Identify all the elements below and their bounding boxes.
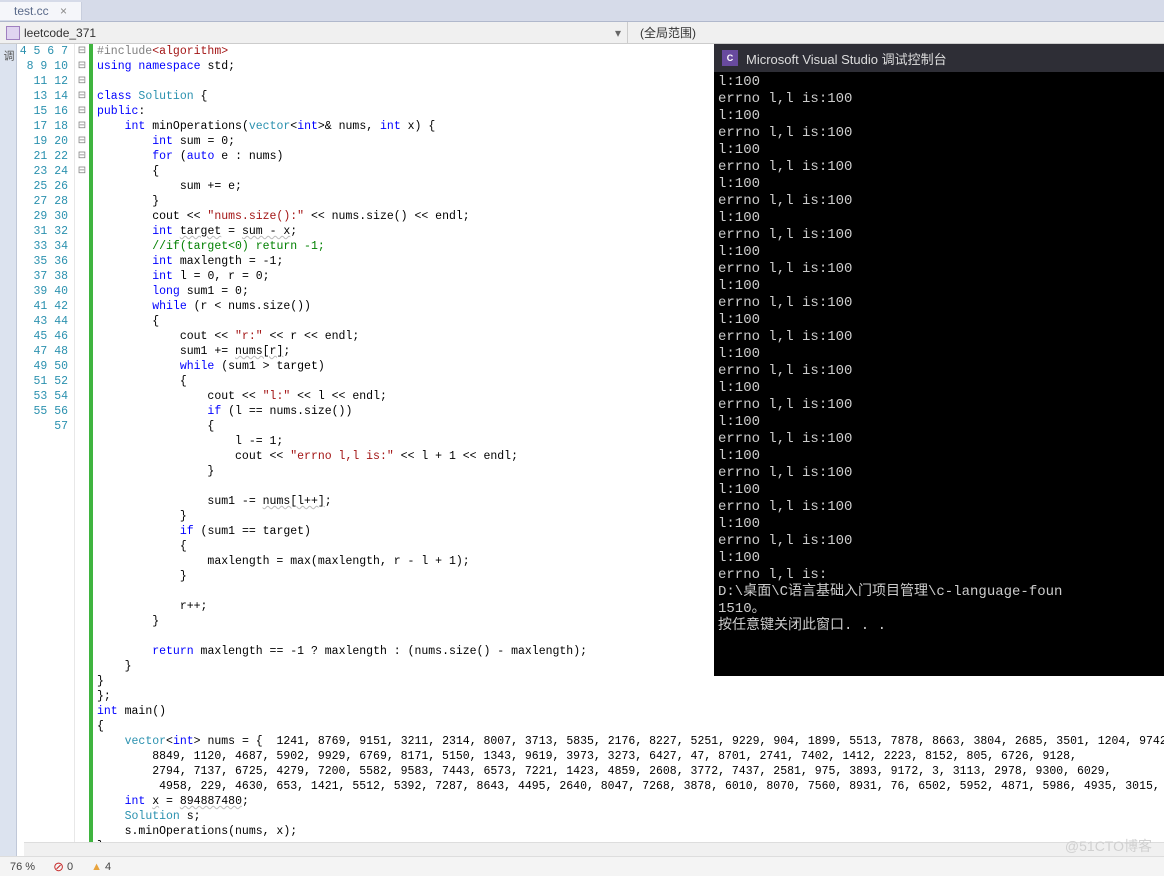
class-icon <box>6 26 20 40</box>
console-output[interactable]: l:100 errno l,l is:100 l:100 errno l,l i… <box>714 72 1164 637</box>
tab-bar: test.cc × <box>0 0 1164 22</box>
fold-column[interactable]: ⊟ ⊟ ⊟ ⊟ ⊟ ⊟ ⊟ ⊟ ⊟ <box>75 44 89 856</box>
horizontal-scrollbar[interactable] <box>24 842 1164 856</box>
console-titlebar[interactable]: C Microsoft Visual Studio 调试控制台 <box>714 44 1164 72</box>
vs-icon: C <box>722 50 738 66</box>
scope-selector-left[interactable]: leetcode_371 ▾ <box>0 22 628 43</box>
error-count[interactable]: ⊘ 0 <box>53 859 73 875</box>
console-title-text: Microsoft Visual Studio 调试控制台 <box>746 49 947 68</box>
status-bar: 76 % ⊘ 0 ▲ 4 <box>0 856 1164 876</box>
debug-console-window[interactable]: C Microsoft Visual Studio 调试控制台 l:100 er… <box>714 44 1164 676</box>
error-icon: ⊘ <box>53 859 64 875</box>
zoom-level[interactable]: 76 % <box>10 861 35 873</box>
chevron-down-icon: ▾ <box>615 26 621 40</box>
warning-icon: ▲ <box>91 861 102 873</box>
scope-global: (全局范围) <box>640 24 696 41</box>
watermark: @51CTO博客 <box>1065 836 1152 856</box>
scope-selector-right[interactable]: (全局范围) <box>628 22 1164 43</box>
scope-text: leetcode_371 <box>24 26 96 40</box>
line-number-gutter: 4 5 6 7 8 9 10 11 12 13 14 15 16 17 18 1… <box>17 44 75 856</box>
close-icon[interactable]: × <box>60 4 67 18</box>
nav-bar: leetcode_371 ▾ (全局范围) <box>0 22 1164 44</box>
side-channel[interactable]: 调 <box>0 44 17 856</box>
tab-title: test.cc <box>14 4 49 18</box>
warning-count[interactable]: ▲ 4 <box>91 861 111 873</box>
file-tab[interactable]: test.cc × <box>0 2 82 20</box>
